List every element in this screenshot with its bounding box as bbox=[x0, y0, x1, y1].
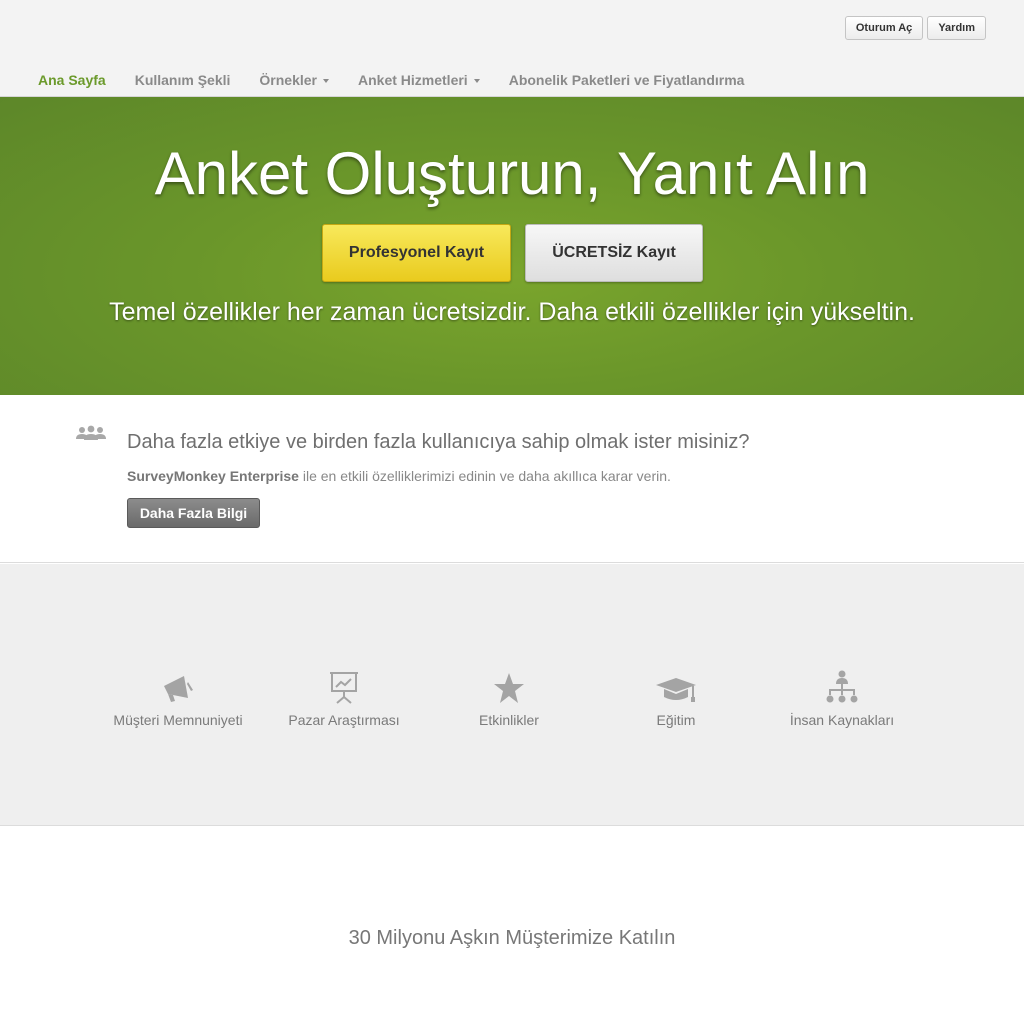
nav-label: Abonelik Paketleri ve Fiyatlandırma bbox=[508, 72, 745, 88]
category-label: Eğitim bbox=[656, 712, 696, 728]
nav-item-examples[interactable]: Örnekler bbox=[259, 72, 329, 88]
hero-subtitle: Temel özellikler her zaman ücretsizdir. … bbox=[109, 298, 915, 326]
free-signup-button[interactable]: ÜCRETSİZ Kayıt bbox=[525, 224, 703, 282]
nav-label: Örnekler bbox=[259, 72, 317, 88]
header: Oturum Aç Yardım Ana Sayfa Kullanım Şekl… bbox=[0, 0, 1024, 97]
enterprise-title: Daha fazla etkiye ve birden fazla kullan… bbox=[127, 431, 750, 453]
category-education[interactable]: Eğitim bbox=[591, 664, 761, 728]
main-nav: Ana Sayfa Kullanım Şekli Örnekler Anket … bbox=[38, 72, 773, 88]
categories-section: Müşteri Memnuniyeti Pazar Araştırması Et… bbox=[0, 564, 1024, 826]
presentation-chart-icon bbox=[259, 664, 429, 704]
learn-more-button[interactable]: Daha Fazla Bilgi bbox=[127, 498, 260, 528]
bottom-section: 30 Milyonu Aşkın Müşterimize Katılın bbox=[0, 827, 1024, 1024]
nav-item-survey-services[interactable]: Anket Hizmetleri bbox=[358, 72, 480, 88]
nav-item-pricing[interactable]: Abonelik Paketleri ve Fiyatlandırma bbox=[509, 72, 745, 88]
login-button[interactable]: Oturum Aç bbox=[844, 16, 924, 40]
category-label: Etkinlikler bbox=[479, 712, 539, 728]
nav-label: Anket Hizmetleri bbox=[358, 72, 468, 88]
category-events[interactable]: Etkinlikler bbox=[424, 664, 594, 728]
top-buttons: Oturum Aç Yardım bbox=[844, 16, 986, 40]
category-label: Müşteri Memnuniyeti bbox=[113, 712, 243, 728]
category-label: İnsan Kaynakları bbox=[789, 712, 895, 728]
help-button[interactable]: Yardım bbox=[927, 16, 986, 40]
caret-down-icon bbox=[323, 78, 329, 83]
join-heading: 30 Milyonu Aşkın Müşterimize Katılın bbox=[348, 927, 676, 949]
megaphone-icon bbox=[93, 664, 263, 704]
category-label: Pazar Araştırması bbox=[288, 712, 400, 728]
users-icon bbox=[76, 425, 106, 446]
nav-label: Kullanım Şekli bbox=[134, 72, 231, 88]
nav-label: Ana Sayfa bbox=[38, 72, 106, 88]
nav-item-home[interactable]: Ana Sayfa bbox=[38, 72, 106, 88]
star-icon bbox=[424, 664, 594, 704]
enterprise-text: ile en etkili özelliklerimizi edinin ve … bbox=[298, 468, 671, 484]
org-chart-icon bbox=[757, 664, 927, 704]
enterprise-section: Daha fazla etkiye ve birden fazla kullan… bbox=[0, 395, 1024, 563]
category-customer-satisfaction[interactable]: Müşteri Memnuniyeti bbox=[93, 664, 263, 728]
hero-buttons: Profesyonel Kayıt ÜCRETSİZ Kayıt bbox=[322, 224, 703, 282]
graduation-cap-icon bbox=[591, 664, 761, 704]
category-human-resources[interactable]: İnsan Kaynakları bbox=[757, 664, 927, 728]
nav-item-how-it-works[interactable]: Kullanım Şekli bbox=[135, 72, 231, 88]
category-market-research[interactable]: Pazar Araştırması bbox=[259, 664, 429, 728]
pro-signup-button[interactable]: Profesyonel Kayıt bbox=[322, 224, 511, 282]
enterprise-brand: SurveyMonkey Enterprise bbox=[127, 468, 299, 484]
hero-title: Anket Oluşturun, Yanıt Alın bbox=[154, 140, 870, 207]
enterprise-description: SurveyMonkey Enterprise ile en etkili öz… bbox=[127, 468, 671, 484]
caret-down-icon bbox=[473, 78, 480, 83]
hero: Anket Oluşturun, Yanıt Alın Profesyonel … bbox=[0, 97, 1024, 395]
